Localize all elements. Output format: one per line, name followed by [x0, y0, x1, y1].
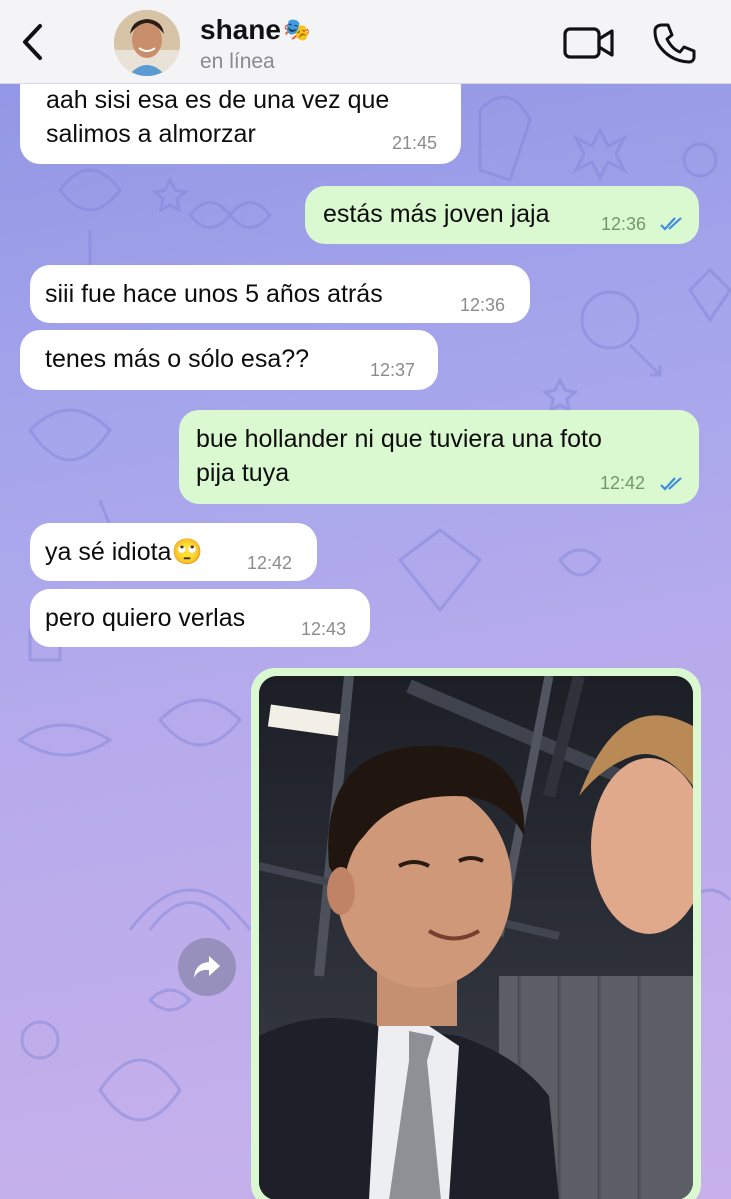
message-bubble-incoming[interactable]: siii fue hace unos 5 años atrás 12:36: [30, 265, 530, 323]
message-text: tenes más o sólo esa??: [45, 345, 310, 373]
message-time: 21:45: [392, 133, 438, 153]
video-camera-icon: [563, 27, 614, 59]
forward-button[interactable]: [178, 938, 236, 996]
message-text: siii fue hace unos 5 años atrás: [45, 280, 383, 308]
message-time: 12:36: [460, 295, 506, 315]
contact-name-text: shane: [200, 14, 281, 45]
theater-masks-emoji: 🎭: [282, 17, 311, 42]
message-text: estás más joven jaja: [323, 200, 550, 228]
contact-name[interactable]: shane 🎭: [200, 14, 310, 46]
phone-icon: [653, 23, 696, 64]
video-call-button[interactable]: [563, 24, 615, 62]
back-button[interactable]: [14, 20, 50, 64]
read-receipt-icon: [660, 477, 682, 491]
shared-photo[interactable]: [259, 676, 693, 1199]
message-time: 12:37: [370, 360, 416, 380]
forward-arrow-icon: [194, 956, 220, 978]
message-bubble-outgoing[interactable]: bue hollander ni que tuviera una foto pi…: [179, 410, 699, 504]
chat-header: shane 🎭 en línea: [0, 0, 731, 84]
message-bubble-outgoing[interactable]: estás más joven jaja 12:36: [305, 186, 699, 244]
message-bubble-incoming[interactable]: tenes más o sólo esa?? 12:37: [20, 330, 438, 390]
contact-status: en línea: [200, 50, 275, 73]
message-text: aah sisi esa es de una vez que salimos a…: [46, 86, 390, 148]
message-text: pero quiero verlas: [45, 604, 246, 632]
message-text: ya sé idiota🙄: [45, 538, 203, 566]
message-time: 12:43: [301, 619, 347, 639]
message-text: bue hollander ni que tuviera una foto pi…: [196, 425, 602, 487]
voice-call-button[interactable]: [652, 22, 696, 64]
message-time: 12:42: [600, 473, 646, 493]
photo-message-outgoing[interactable]: [251, 668, 701, 1199]
message-bubble-incoming[interactable]: pero quiero verlas 12:43: [30, 589, 370, 647]
message-time: 12:36: [601, 214, 647, 234]
contact-avatar[interactable]: [114, 10, 180, 76]
message-time: 12:42: [247, 553, 293, 573]
read-receipt-icon: [660, 217, 682, 231]
message-bubble-incoming[interactable]: ya sé idiota🙄 12:42: [30, 523, 317, 581]
chevron-left-icon: [23, 24, 42, 60]
